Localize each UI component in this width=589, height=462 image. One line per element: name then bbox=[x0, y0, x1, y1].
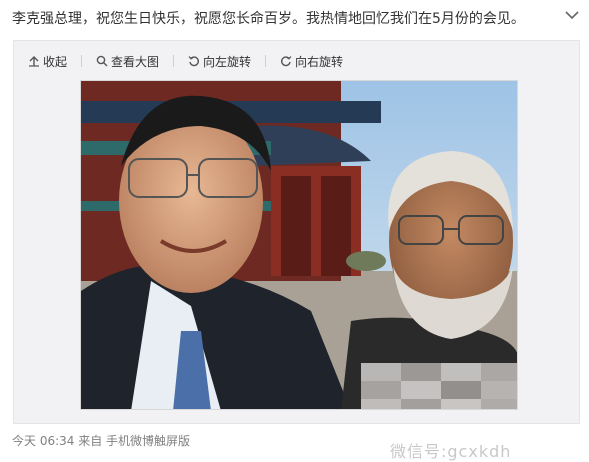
selfie-photo-illustration bbox=[81, 81, 517, 409]
post-time[interactable]: 今天 06:34 bbox=[12, 434, 74, 448]
rotate-right-label: 向右旋转 bbox=[295, 54, 344, 69]
view-large-button[interactable]: 查看大图 bbox=[96, 53, 159, 70]
view-large-label: 查看大图 bbox=[111, 54, 160, 69]
rotate-left-label: 向左旋转 bbox=[203, 54, 252, 69]
rotate-left-icon bbox=[188, 56, 200, 67]
post-text: 李克强总理，祝您生日快乐，祝愿您长命百岁。我热情地回忆我们在5月份的会见。 bbox=[12, 11, 525, 27]
arrow-up-icon bbox=[29, 56, 39, 67]
collapse-button[interactable]: 收起 bbox=[28, 53, 67, 70]
media-box: 收起 查看大图 向左旋转 向右旋转 bbox=[13, 40, 580, 424]
chevron-down-icon[interactable] bbox=[565, 10, 579, 20]
toolbar-divider bbox=[81, 55, 83, 67]
rotate-left-button[interactable]: 向左旋转 bbox=[188, 53, 251, 70]
post-source[interactable]: 来自 手机微博触屏版 bbox=[78, 434, 190, 448]
image-toolbar: 收起 查看大图 向左旋转 向右旋转 bbox=[28, 51, 357, 71]
post-meta: 今天 06:34 来自 手机微博触屏版 bbox=[12, 432, 190, 449]
selfie-photo[interactable] bbox=[80, 80, 518, 410]
watermark: 微信号:gcxkdh bbox=[390, 442, 512, 461]
toolbar-divider bbox=[173, 55, 175, 67]
search-icon bbox=[96, 55, 108, 67]
collapse-label: 收起 bbox=[43, 54, 68, 69]
rotate-right-button[interactable]: 向右旋转 bbox=[280, 53, 343, 70]
rotate-right-icon bbox=[281, 56, 292, 67]
toolbar-divider bbox=[265, 55, 267, 67]
